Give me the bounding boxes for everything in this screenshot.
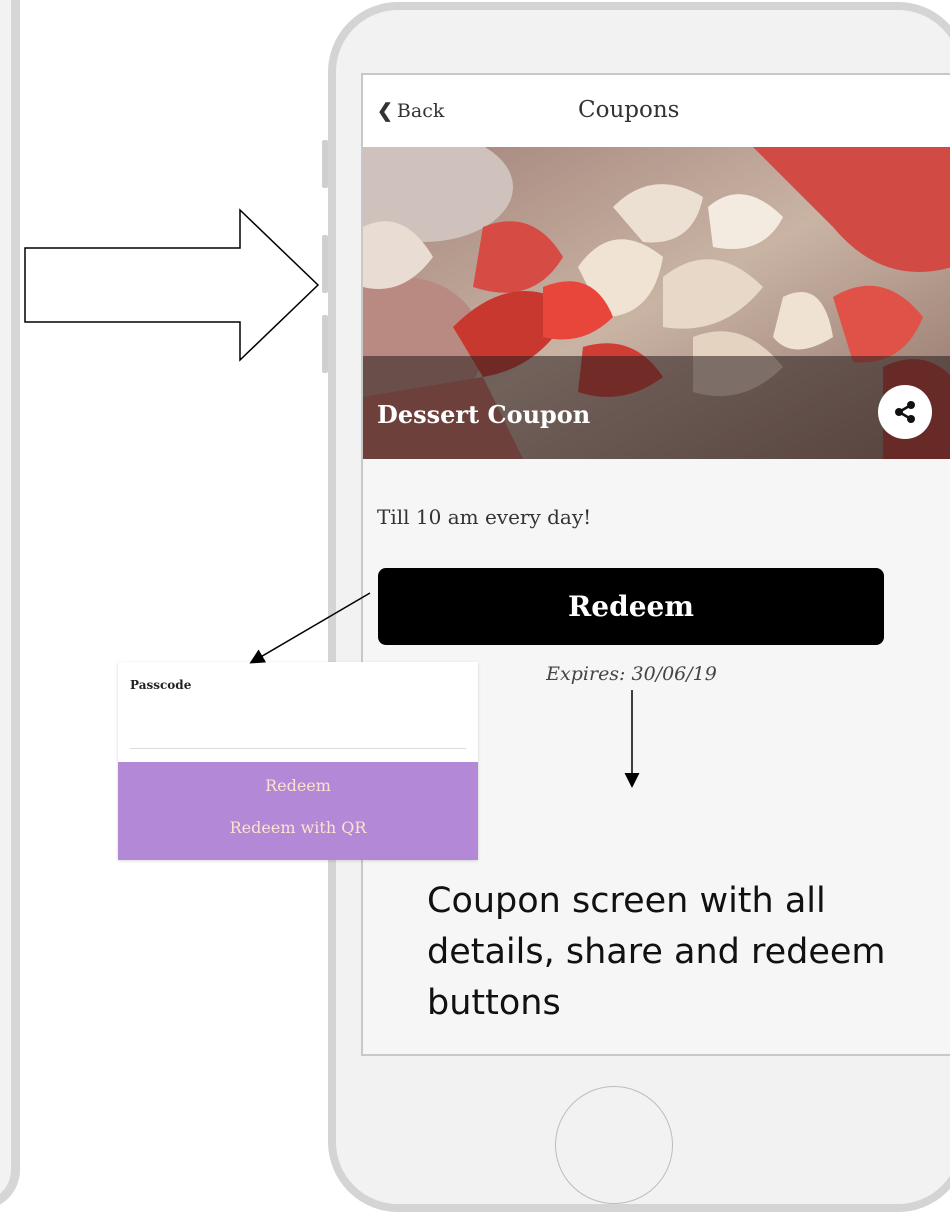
back-button[interactable]: ❮ Back: [377, 100, 444, 122]
home-button[interactable]: [555, 1086, 673, 1204]
share-button[interactable]: [878, 385, 932, 439]
phone-volume-up: [322, 235, 328, 293]
navbar: ❮ Back Coupons: [363, 75, 950, 147]
passcode-panel: Passcode Redeem Redeem with QR: [118, 662, 478, 860]
phone-volume-down: [322, 315, 328, 373]
passcode-actions: Redeem Redeem with QR: [118, 762, 478, 860]
redeem-button[interactable]: Redeem: [378, 568, 884, 645]
share-icon: [895, 401, 915, 423]
annotation-caption: Coupon screen with all details, share an…: [427, 881, 886, 1023]
background: [20, 0, 320, 1203]
passcode-input[interactable]: [130, 748, 466, 749]
passcode-label: Passcode: [130, 678, 192, 692]
coupon-hero-image: Dessert Coupon: [363, 147, 950, 459]
coupon-description: Till 10 am every day!: [377, 505, 592, 529]
coupon-title: Dessert Coupon: [377, 400, 591, 429]
page-title: Coupons: [578, 97, 680, 123]
chevron-left-icon: ❮: [377, 100, 393, 122]
redeem-with-qr-button[interactable]: Redeem with QR: [118, 818, 478, 837]
panel-redeem-button[interactable]: Redeem: [118, 776, 478, 795]
back-label: Back: [396, 100, 445, 122]
phone-mute-switch: [322, 140, 328, 188]
left-phone-frame: [0, 0, 20, 1210]
